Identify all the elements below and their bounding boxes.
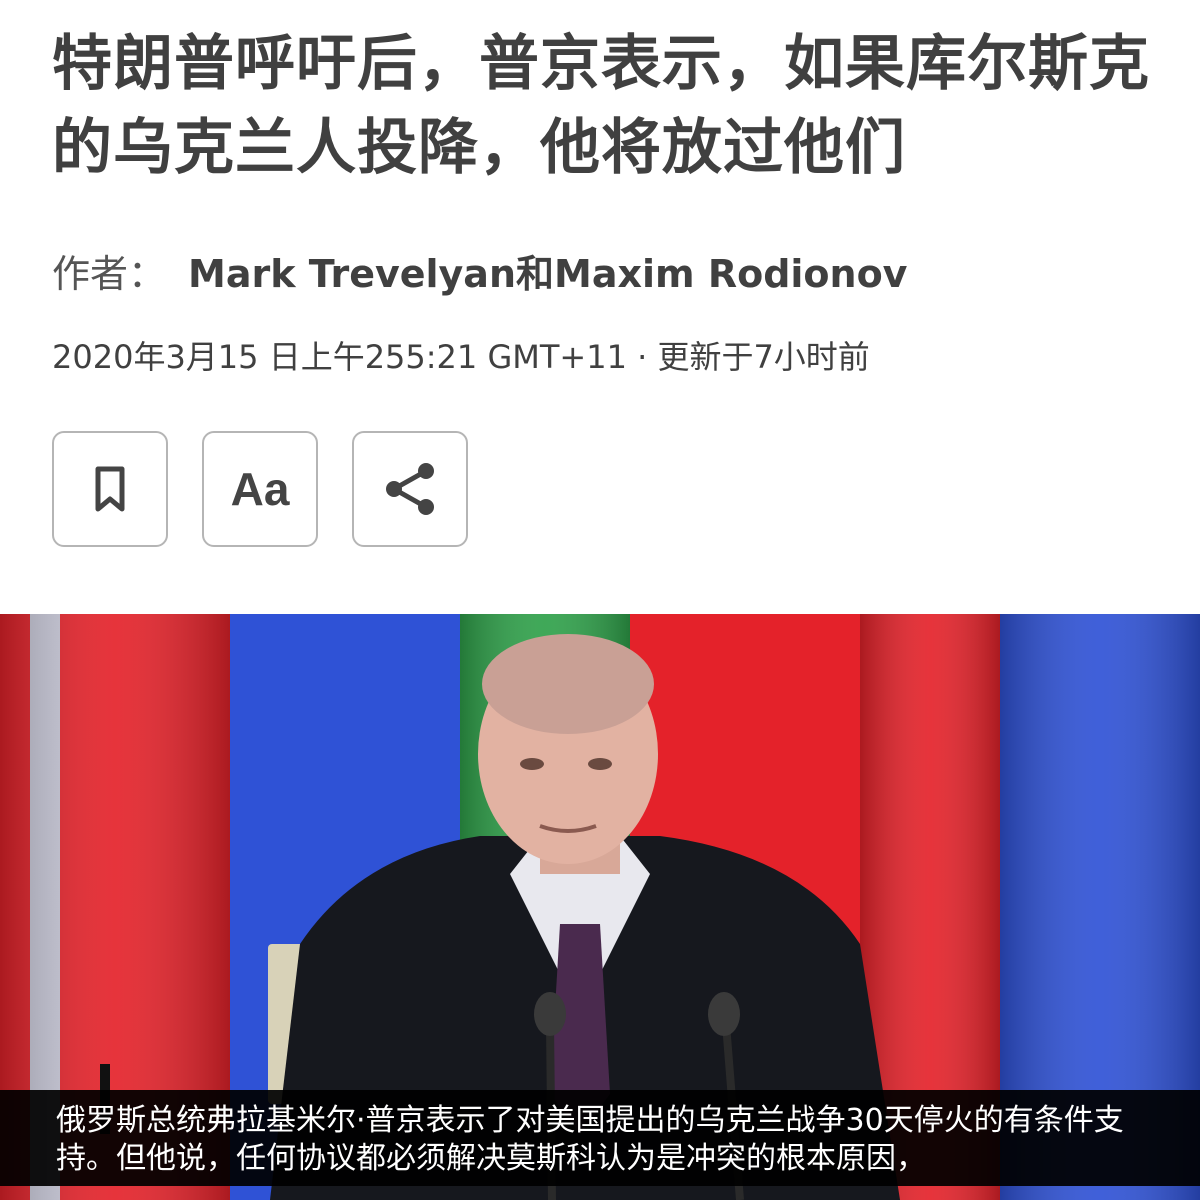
bookmark-button[interactable]: [52, 431, 168, 547]
dateline: 2020年3月15 日上午255:21 GMT+11 · 更新于7小时前: [52, 338, 870, 376]
share-button[interactable]: [352, 431, 468, 547]
byline: 作者： Mark Trevelyan和Maxim Rodionov: [52, 246, 907, 302]
text-size-button[interactable]: Aa: [202, 431, 318, 547]
article-toolbar: Aa: [52, 431, 468, 547]
author-names[interactable]: Mark Trevelyan和Maxim Rodionov: [188, 252, 907, 296]
text-size-label: Aa: [230, 463, 290, 515]
photo-caption: 俄罗斯总统弗拉基米尔·普京表示了对美国提出的乌克兰战争30天停火的有条件支持。但…: [56, 1103, 1124, 1176]
article-headline: 特朗普呼吁后，普京表示，如果库尔斯克的乌克兰人投降，他将放过他们: [52, 29, 1150, 183]
bookmark-icon: [95, 466, 125, 512]
share-icon: [386, 463, 434, 515]
byline-label: 作者：: [52, 252, 167, 296]
